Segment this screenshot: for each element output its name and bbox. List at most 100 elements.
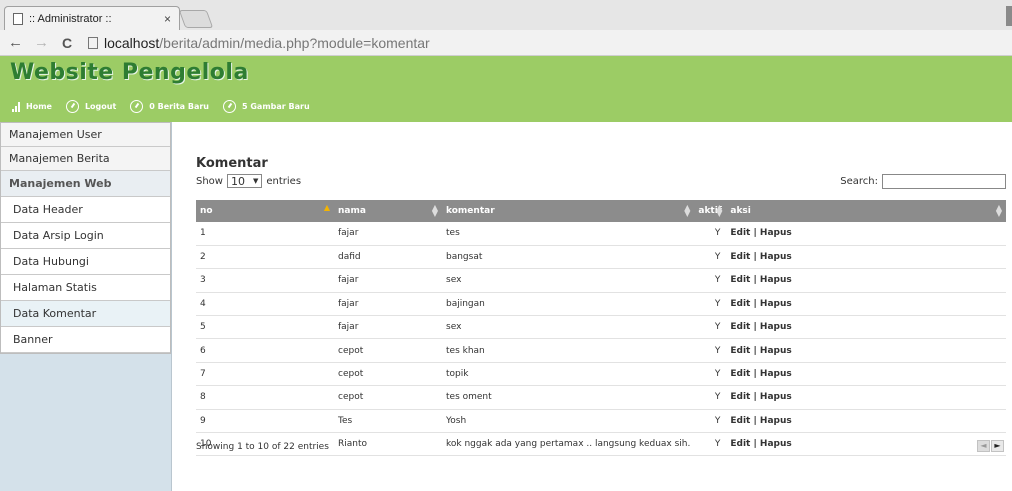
sidebar-item-banner[interactable]: Banner: [1, 327, 170, 353]
reload-icon[interactable]: C: [60, 35, 74, 51]
table-header-row: no ▲ nama ▲ ▼ komentar ▲ ▼ aktif ▲ ▼ aksi ▲ ▼: [196, 200, 1006, 222]
cell-aktif: Y: [694, 409, 727, 434]
cell-no: 3: [196, 268, 334, 293]
entries-select-value: 10: [230, 174, 245, 188]
hapus-link[interactable]: Hapus: [760, 369, 792, 379]
edit-link[interactable]: Edit: [730, 228, 750, 238]
sidebar-menu: Manajemen User Manajemen Berita Manajeme…: [0, 122, 171, 354]
cell-nama: fajar: [334, 292, 442, 317]
cell-no: 4: [196, 292, 334, 317]
cell-no: 6: [196, 338, 334, 363]
sidebar-item-manajemen-web[interactable]: Manajemen Web: [1, 171, 170, 197]
browser-tab-strip: :: Administrator :: ×: [0, 0, 1012, 30]
cell-no: 8: [196, 385, 334, 410]
sort-asc-icon: ▲: [323, 203, 330, 212]
cell-nama: fajar: [334, 268, 442, 293]
col-aksi[interactable]: aksi ▲ ▼: [726, 200, 1006, 222]
edit-link[interactable]: Edit: [730, 392, 750, 402]
site-header: Website Pengelola Home Logout 0 Berita B…: [0, 56, 1012, 122]
cell-aksi: Edit | Hapus: [726, 222, 1006, 246]
cell-aksi: Edit | Hapus: [726, 338, 1006, 363]
hapus-link[interactable]: Hapus: [760, 275, 792, 285]
table-row: 6 cepot tes khan Y Edit | Hapus: [196, 338, 1006, 363]
sidebar-item-manajemen-user[interactable]: Manajemen User: [1, 123, 170, 147]
chevron-down-icon: ▼: [252, 177, 259, 185]
nav-logout[interactable]: Logout: [65, 100, 116, 113]
cell-nama: cepot: [334, 385, 442, 410]
aksi-separator: |: [750, 392, 760, 403]
col-nama[interactable]: nama ▲ ▼: [334, 200, 442, 222]
prev-page-button[interactable]: ◄: [977, 440, 990, 452]
aksi-separator: |: [750, 345, 760, 356]
edit-link[interactable]: Edit: [730, 416, 750, 426]
cell-komentar: tes oment: [442, 385, 695, 410]
aksi-separator: |: [750, 439, 760, 450]
close-tab-icon[interactable]: ×: [164, 12, 171, 26]
table-info: Showing 1 to 10 of 22 entries: [196, 442, 329, 452]
next-page-button[interactable]: ►: [991, 440, 1004, 452]
hapus-link[interactable]: Hapus: [760, 228, 792, 238]
sidebar-item-data-header[interactable]: Data Header: [1, 197, 170, 223]
nav-berita-baru-label: 0 Berita Baru: [149, 102, 210, 111]
sidebar-item-data-komentar[interactable]: Data Komentar: [1, 301, 170, 327]
sort-both-icon: ▲ ▼: [995, 203, 1002, 218]
back-arrow-icon[interactable]: ←: [8, 34, 23, 51]
sidebar-item-manajemen-berita[interactable]: Manajemen Berita: [1, 147, 170, 171]
hapus-link[interactable]: Hapus: [760, 299, 792, 309]
site-title: Website Pengelola: [10, 60, 249, 85]
hapus-link[interactable]: Hapus: [760, 346, 792, 356]
table-row: 3 fajar sex Y Edit | Hapus: [196, 268, 1006, 293]
cell-aksi: Edit | Hapus: [726, 292, 1006, 317]
edit-link[interactable]: Edit: [730, 322, 750, 332]
table-row: 4 fajar bajingan Y Edit | Hapus: [196, 292, 1006, 317]
komentar-table: no ▲ nama ▲ ▼ komentar ▲ ▼ aktif ▲ ▼ aksi ▲ ▼ 1 fa…: [196, 200, 1006, 457]
page-title: Komentar: [196, 156, 268, 171]
col-no[interactable]: no ▲: [196, 200, 334, 222]
col-komentar[interactable]: komentar ▲ ▼: [442, 200, 695, 222]
hapus-link[interactable]: Hapus: [760, 252, 792, 262]
edit-link[interactable]: Edit: [730, 369, 750, 379]
cell-aktif: Y: [694, 432, 727, 457]
sidebar-item-halaman-statis[interactable]: Halaman Statis: [1, 275, 170, 301]
circle-arrow-icon: [223, 100, 237, 113]
col-aktif[interactable]: aktif ▲ ▼: [694, 200, 727, 222]
entries-length-control: Show 10 ▼ entries: [196, 174, 301, 188]
aksi-separator: |: [750, 228, 760, 239]
edit-link[interactable]: Edit: [730, 346, 750, 356]
sidebar-item-data-arsip-login[interactable]: Data Arsip Login: [1, 223, 170, 249]
window-edge: [1006, 6, 1012, 26]
cell-aktif: Y: [694, 362, 727, 387]
hapus-link[interactable]: Hapus: [760, 392, 792, 402]
forward-arrow-icon[interactable]: →: [34, 34, 49, 51]
sort-both-icon: ▲ ▼: [431, 203, 438, 218]
cell-no: 2: [196, 245, 334, 270]
edit-link[interactable]: Edit: [730, 299, 750, 309]
cell-aksi: Edit | Hapus: [726, 268, 1006, 293]
entries-label: entries: [266, 175, 302, 187]
hapus-link[interactable]: Hapus: [760, 322, 792, 332]
aksi-separator: |: [750, 415, 760, 426]
edit-link[interactable]: Edit: [730, 439, 750, 449]
edit-link[interactable]: Edit: [730, 252, 750, 262]
search-input[interactable]: [882, 174, 1006, 189]
nav-berita-baru[interactable]: 0 Berita Baru: [130, 100, 209, 113]
cell-nama: Tes: [334, 409, 442, 434]
edit-link[interactable]: Edit: [730, 275, 750, 285]
cell-aktif: Y: [694, 268, 727, 293]
cell-komentar: kok nggak ada yang pertamax .. langsung …: [442, 432, 695, 457]
browser-tab[interactable]: :: Administrator :: ×: [4, 6, 180, 30]
url-field[interactable]: localhost /berita/admin/media.php?module…: [88, 35, 430, 51]
entries-select[interactable]: 10 ▼: [226, 174, 263, 188]
sidebar-item-data-hubungi[interactable]: Data Hubungi: [1, 249, 170, 275]
show-label: Show: [196, 175, 223, 187]
nav-home[interactable]: Home: [12, 101, 52, 112]
aksi-separator: |: [750, 322, 760, 333]
hapus-link[interactable]: Hapus: [760, 416, 792, 426]
hapus-link[interactable]: Hapus: [760, 439, 792, 449]
cell-aktif: Y: [694, 315, 727, 340]
table-row: 5 fajar sex Y Edit | Hapus: [196, 315, 1006, 340]
cell-aktif: Y: [694, 222, 727, 246]
nav-gambar-baru[interactable]: 5 Gambar Baru: [223, 100, 310, 113]
bars-icon: [12, 101, 21, 112]
new-tab-button[interactable]: [178, 10, 214, 28]
